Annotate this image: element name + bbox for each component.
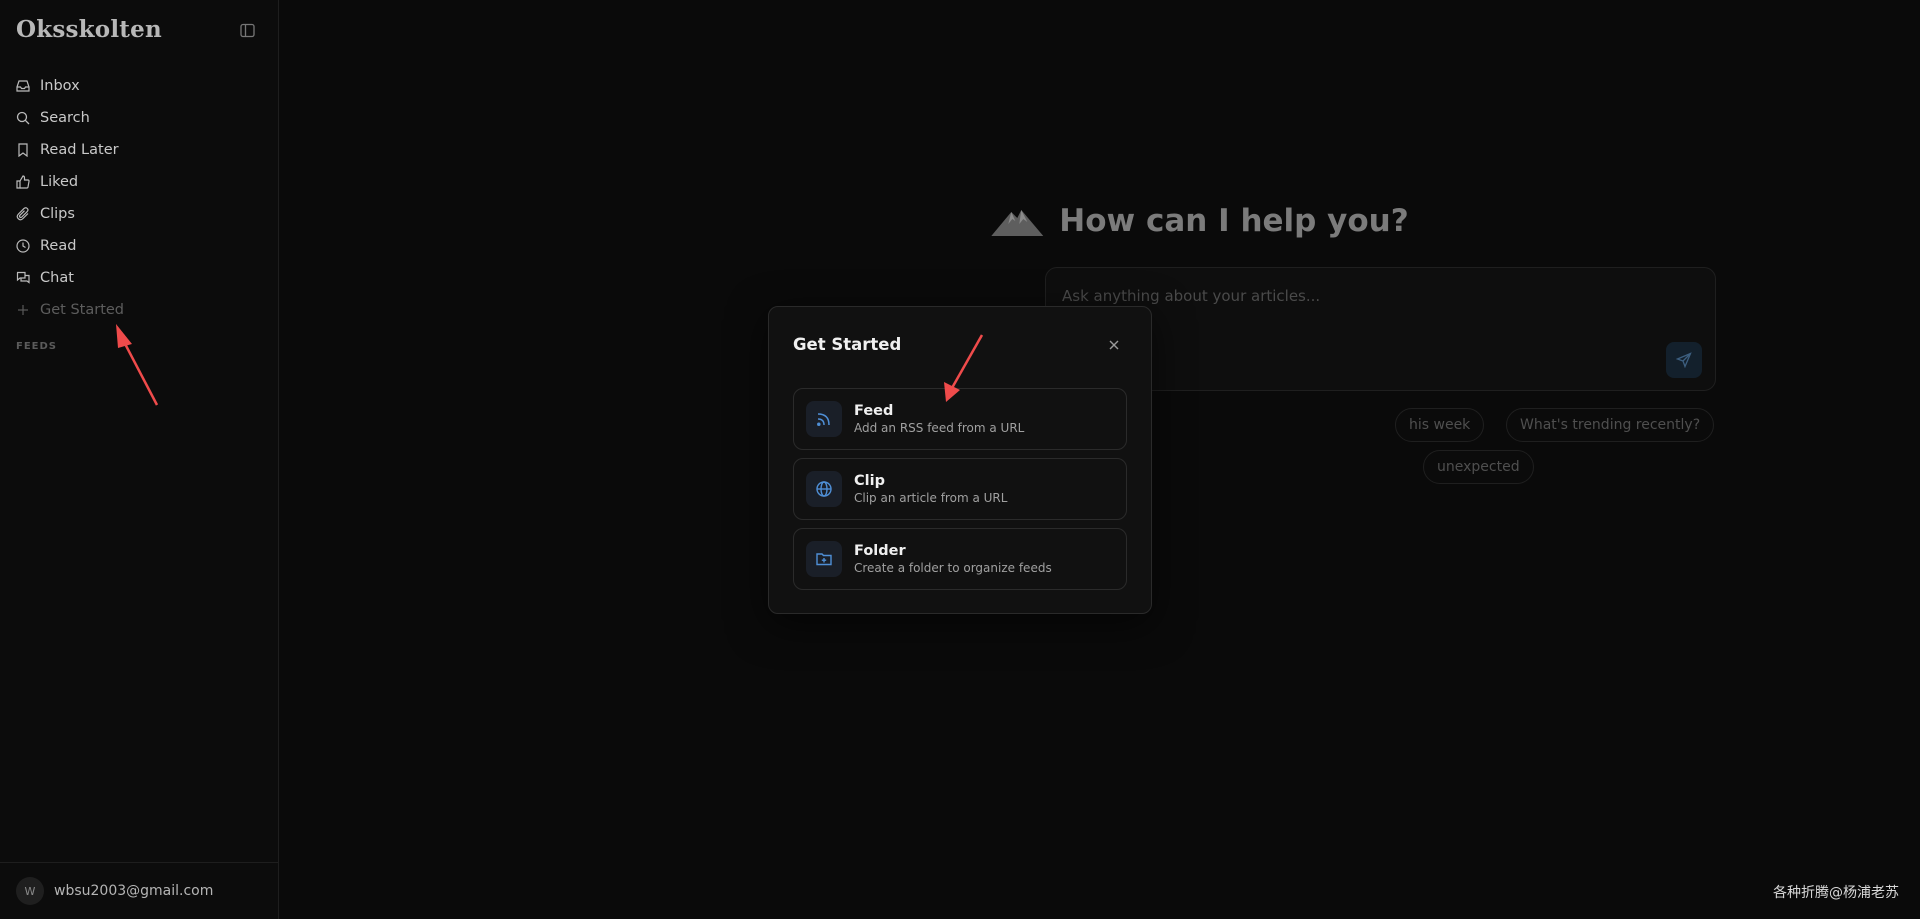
get-started-modal: Get Started Feed Add an RSS feed from a … [768, 306, 1152, 614]
option-description: Add an RSS feed from a URL [854, 421, 1025, 435]
hero: How can I help you? [991, 203, 1409, 239]
option-feed[interactable]: Feed Add an RSS feed from a URL [793, 388, 1127, 450]
sidebar-item-label: Search [40, 110, 90, 126]
option-clip[interactable]: Clip Clip an article from a URL [793, 458, 1127, 520]
user-email: wbsu2003@gmail.com [54, 883, 214, 899]
sidebar-item-label: Clips [40, 206, 75, 222]
sidebar-item-label: Read Later [40, 142, 119, 158]
clock-icon [16, 239, 30, 253]
sidebar-nav: Inbox Search Read Later Liked Clips Read… [0, 70, 279, 326]
sidebar-item-label: Liked [40, 174, 79, 190]
watermark: 各种折腾@杨浦老苏 [1773, 885, 1899, 901]
chat-icon [16, 271, 30, 285]
mountain-logo-icon [991, 210, 1044, 236]
sidebar-item-get-started[interactable]: Get Started [0, 294, 279, 326]
send-button[interactable] [1666, 342, 1702, 378]
sidebar-item-inbox[interactable]: Inbox [0, 70, 279, 102]
bookmark-icon [16, 143, 30, 157]
feeds-section-label: FEEDS [16, 341, 57, 352]
page-title: How can I help you? [1059, 203, 1409, 239]
search-icon [16, 111, 30, 125]
user-account[interactable]: W wbsu2003@gmail.com [0, 862, 279, 919]
option-title: Clip [854, 473, 885, 489]
sidebar-item-clips[interactable]: Clips [0, 198, 279, 230]
suggestion-chip[interactable]: his week [1395, 408, 1485, 442]
sidebar-item-label: Inbox [40, 78, 80, 94]
sidebar-item-label: Read [40, 238, 77, 254]
sidebar-toggle-icon[interactable] [240, 23, 255, 38]
option-description: Clip an article from a URL [854, 491, 1008, 505]
option-title: Folder [854, 543, 906, 559]
option-description: Create a folder to organize feeds [854, 561, 1052, 575]
sidebar-item-read[interactable]: Read [0, 230, 279, 262]
sidebar-item-liked[interactable]: Liked [0, 166, 279, 198]
sidebar-item-chat[interactable]: Chat [0, 262, 279, 294]
plus-icon [16, 303, 30, 317]
send-icon [1676, 352, 1692, 368]
sidebar-item-search[interactable]: Search [0, 102, 279, 134]
rss-icon [806, 401, 842, 437]
sidebar-item-read-later[interactable]: Read Later [0, 134, 279, 166]
thumbs-up-icon [16, 175, 30, 189]
close-icon[interactable] [1107, 337, 1121, 351]
chat-input[interactable]: Ask anything about your articles... [1062, 287, 1320, 305]
option-folder[interactable]: Folder Create a folder to organize feeds [793, 528, 1127, 590]
sidebar-item-label: Chat [40, 270, 74, 286]
avatar: W [16, 877, 44, 905]
sidebar-item-label: Get Started [40, 302, 124, 318]
modal-title: Get Started [793, 335, 902, 354]
globe-icon [806, 471, 842, 507]
app-logo-text: Oksskolten [16, 16, 162, 43]
suggestion-chip[interactable]: What's trending recently? [1506, 408, 1715, 442]
option-title: Feed [854, 403, 894, 419]
suggestion-chip[interactable]: unexpected [1423, 450, 1534, 484]
paperclip-icon [16, 207, 30, 221]
sidebar: Oksskolten Inbox Search Read Later Liked… [0, 0, 279, 919]
folder-plus-icon [806, 541, 842, 577]
inbox-icon [16, 79, 30, 93]
